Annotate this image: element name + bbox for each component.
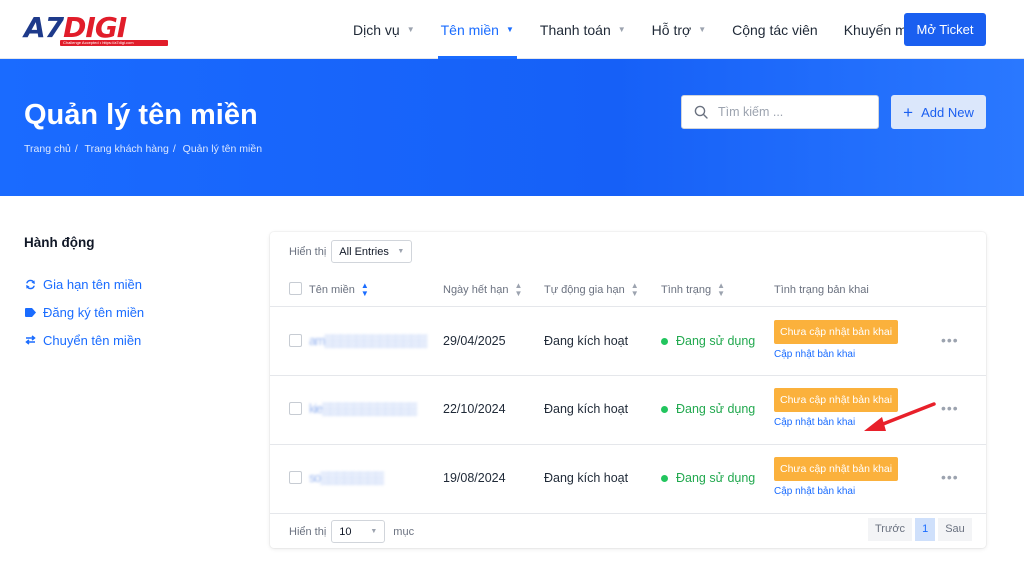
- row-checkbox[interactable]: [289, 334, 302, 347]
- more-options-icon[interactable]: •••: [941, 469, 959, 485]
- sort-icon: ▲ ▼: [360, 281, 369, 298]
- status-dot-icon: [661, 337, 668, 345]
- pagination: Trước 1 Sau: [868, 518, 972, 541]
- chevron-down-icon: ▼: [370, 528, 378, 535]
- table-row: am▒▒▒▒▒▒▒▒▒▒▒▒▒ 29/04/2025 Đang kích hoạ…: [270, 308, 986, 376]
- breadcrumb-current: Quản lý tên miền: [182, 143, 263, 155]
- column-header-auto-renew[interactable]: Tự động gia hạn ▲ ▼: [544, 282, 639, 298]
- pagination-page-1[interactable]: 1: [915, 518, 936, 541]
- domain-link[interactable]: so▒▒▒▒▒▒▒▒: [309, 471, 384, 485]
- actions-sidebar: Hành động Gia hạn tên miền Đăng ký tên m…: [24, 235, 244, 354]
- deploy-status-badge[interactable]: Chưa cập nhật bản khai: [774, 320, 899, 344]
- chevron-down-icon: ▼: [406, 25, 415, 34]
- search-icon: [694, 105, 708, 119]
- page-size-select[interactable]: 10 ▼: [331, 520, 386, 543]
- row-checkbox[interactable]: [289, 471, 302, 484]
- chevron-down-icon: ▼: [397, 248, 405, 255]
- chevron-down-icon: ▼: [617, 25, 626, 34]
- domain-link[interactable]: am▒▒▒▒▒▒▒▒▒▒▒▒▒: [309, 334, 427, 348]
- domains-table-card: Hiển thị All Entries ▼ Tên miền ▲ ▼ Ngày hế…: [270, 232, 986, 548]
- column-header-status[interactable]: Tình trạng ▲ ▼: [661, 282, 725, 298]
- column-header-domain[interactable]: Tên miền ▲ ▼: [309, 282, 369, 298]
- update-declaration-link[interactable]: Cập nhật bản khai: [774, 349, 898, 360]
- status-dot-icon: [661, 474, 668, 482]
- auto-renew-status: Đang kích hoạt: [544, 471, 629, 485]
- chevron-down-icon: ▼: [698, 25, 707, 34]
- auto-renew-status: Đang kích hoạt: [544, 334, 629, 348]
- plus-icon: +: [903, 102, 914, 122]
- more-options-icon[interactable]: •••: [941, 332, 959, 348]
- expiry-date: 29/04/2025: [443, 334, 506, 348]
- top-navbar: A7DIGI Challenge Accepted • https://a7di…: [0, 0, 1024, 59]
- expiry-date: 19/08/2024: [443, 471, 506, 485]
- sidebar-item-transfer-domain[interactable]: Chuyển tên miền: [24, 326, 244, 354]
- page-title: Quản lý tên miền: [24, 99, 258, 131]
- nav-item-billing[interactable]: Thanh toán ▼: [527, 0, 639, 59]
- breadcrumb-home[interactable]: Trang chủ: [24, 143, 71, 155]
- table-header: Tên miền ▲ ▼ Ngày hết hạn ▲ ▼ Tự động gia hạ…: [270, 274, 986, 307]
- brand-logo[interactable]: A7DIGI Challenge Accepted • https://a7di…: [24, 13, 170, 47]
- nav-item-services[interactable]: Dịch vụ ▼: [340, 0, 428, 59]
- status-badge: Đang sử dụng: [661, 334, 755, 348]
- sort-icon: ▲ ▼: [717, 281, 726, 298]
- page-size-control: Hiển thị 10 ▼ mục: [289, 520, 414, 543]
- logo-tagline: Challenge Accepted • https://a7digi.com: [60, 40, 168, 46]
- nav-item-support[interactable]: Hỗ trợ ▼: [639, 0, 719, 59]
- entries-filter: Hiển thị All Entries ▼: [289, 240, 413, 263]
- logo-wordmark: A7DIGI: [24, 11, 127, 44]
- domain-link[interactable]: kie▒▒▒▒▒▒▒▒▒▒▒▒: [309, 402, 417, 416]
- row-checkbox[interactable]: [289, 402, 302, 415]
- update-declaration-link[interactable]: Cập nhật bản khai: [774, 486, 898, 497]
- search-box: [681, 95, 879, 129]
- search-input[interactable]: [718, 105, 868, 119]
- breadcrumb-client-area[interactable]: Trang khách hàng: [85, 143, 169, 155]
- pagination-prev-button[interactable]: Trước: [868, 518, 913, 541]
- status-dot-icon: [661, 405, 668, 413]
- deploy-status-badge[interactable]: Chưa cập nhật bản khai: [774, 457, 899, 481]
- column-header-expiry[interactable]: Ngày hết hạn ▲ ▼: [443, 282, 522, 298]
- table-row: so▒▒▒▒▒▒▒▒ 19/08/2024 Đang kích hoạt Đan…: [270, 446, 986, 514]
- refresh-icon: [24, 279, 36, 290]
- status-badge: Đang sử dụng: [661, 402, 755, 416]
- annotation-arrow-icon: [864, 402, 936, 431]
- auto-renew-status: Đang kích hoạt: [544, 402, 629, 416]
- sort-icon: ▲ ▼: [514, 281, 523, 298]
- sort-icon: ▲ ▼: [630, 281, 639, 298]
- page-header-banner: Quản lý tên miền Trang chủ / Trang khách …: [0, 59, 1024, 196]
- nav-item-domains[interactable]: Tên miền ▼: [428, 0, 527, 59]
- transfer-icon: [24, 335, 36, 345]
- chevron-down-icon: ▼: [505, 25, 514, 34]
- sidebar-item-register-domain[interactable]: Đăng ký tên miền: [24, 298, 244, 326]
- nav-item-affiliates[interactable]: Cộng tác viên: [719, 0, 831, 59]
- tag-icon: [24, 307, 36, 317]
- expiry-date: 22/10/2024: [443, 402, 506, 416]
- breadcrumb: Trang chủ / Trang khách hàng / Quản lý tên…: [24, 143, 263, 155]
- open-ticket-button[interactable]: Mở Ticket: [904, 13, 986, 46]
- sidebar-title: Hành động: [24, 235, 95, 250]
- column-header-deploy-status: Tình trạng bản khai: [774, 284, 869, 296]
- add-new-button[interactable]: + Add New: [891, 95, 986, 129]
- entries-select[interactable]: All Entries ▼: [331, 240, 413, 263]
- sidebar-item-renew-domain[interactable]: Gia hạn tên miền: [24, 270, 244, 298]
- pagination-next-button[interactable]: Sau: [938, 518, 972, 541]
- select-all-checkbox[interactable]: [289, 282, 302, 295]
- status-badge: Đang sử dụng: [661, 471, 755, 485]
- main-nav: Dịch vụ ▼ Tên miền ▼ Thanh toán ▼ Hỗ trợ ▼ C…: [340, 0, 931, 59]
